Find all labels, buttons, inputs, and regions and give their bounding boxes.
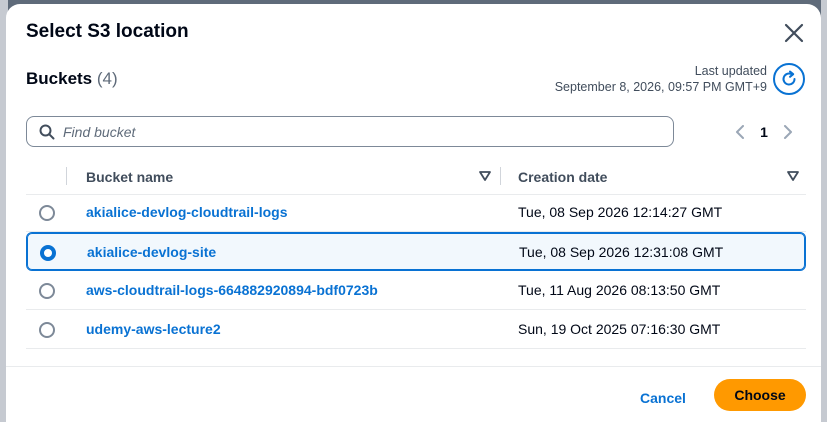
bucket-name-link[interactable]: akialice-devlog-cloudtrail-logs — [86, 204, 288, 220]
cancel-button[interactable]: Cancel — [626, 382, 700, 414]
close-button[interactable] — [783, 22, 805, 44]
bucket-name-link[interactable]: aws-cloudtrail-logs-664882920894-bdf0723… — [86, 282, 378, 298]
last-updated-value: September 8, 2026, 09:57 PM GMT+9 — [554, 80, 767, 94]
page-backdrop-right — [821, 0, 827, 422]
next-page-button[interactable] — [778, 120, 798, 144]
column-divider — [500, 167, 501, 185]
refresh-button[interactable] — [773, 63, 805, 95]
buckets-count: (4) — [96, 69, 118, 88]
row-radio-button[interactable] — [39, 205, 55, 221]
last-updated: Last updated September 8, 2026, 09:57 PM… — [555, 63, 767, 95]
close-icon — [784, 23, 804, 43]
row-radio-button[interactable] — [39, 283, 55, 299]
column-header-creation-date: Creation date — [518, 169, 608, 185]
creation-date: Sun, 19 Oct 2025 07:16:30 GMT — [518, 321, 721, 337]
chevron-left-icon — [736, 125, 744, 139]
bucket-name-link[interactable]: akialice-devlog-site — [87, 244, 216, 260]
table-row[interactable]: udemy-aws-lecture2 Sun, 19 Oct 2025 07:1… — [26, 310, 806, 349]
table-row-selected[interactable]: akialice-devlog-site Tue, 08 Sep 2026 12… — [26, 232, 806, 271]
chevron-right-icon — [784, 125, 792, 139]
creation-date: Tue, 08 Sep 2026 12:31:08 GMT — [519, 244, 724, 260]
page-number-button[interactable]: 1 — [750, 124, 778, 140]
creation-date: Tue, 08 Sep 2026 12:14:27 GMT — [518, 204, 723, 220]
table-header: Bucket name Creation date — [26, 159, 806, 195]
row-radio-button[interactable] — [40, 245, 56, 261]
pagination: 1 — [730, 120, 798, 144]
search-input[interactable] — [63, 123, 623, 140]
buckets-heading-label: Buckets — [26, 69, 93, 88]
footer-divider — [6, 366, 821, 367]
creation-date: Tue, 11 Aug 2026 08:13:50 GMT — [518, 282, 721, 298]
column-header-bucket-name: Bucket name — [86, 169, 174, 185]
search-field[interactable] — [26, 116, 674, 147]
table-row[interactable]: akialice-devlog-cloudtrail-logs Tue, 08 … — [26, 193, 806, 232]
search-icon — [39, 124, 55, 139]
bucket-name-link[interactable]: udemy-aws-lecture2 — [86, 321, 221, 337]
table-row[interactable]: aws-cloudtrail-logs-664882920894-bdf0723… — [26, 271, 806, 310]
sort-creation-date-icon[interactable] — [786, 169, 800, 183]
choose-button[interactable]: Choose — [714, 379, 806, 411]
row-radio-button[interactable] — [39, 322, 55, 338]
refresh-icon — [782, 70, 796, 86]
column-divider — [66, 167, 67, 185]
last-updated-label: Last updated — [694, 64, 767, 78]
sort-bucket-name-icon[interactable] — [478, 169, 492, 183]
previous-page-button[interactable] — [730, 120, 750, 144]
buckets-heading: Buckets (4) — [26, 69, 118, 89]
modal-title: Select S3 location — [26, 21, 189, 42]
select-s3-location-modal: Select S3 location Buckets (4) Last upda… — [6, 4, 821, 422]
